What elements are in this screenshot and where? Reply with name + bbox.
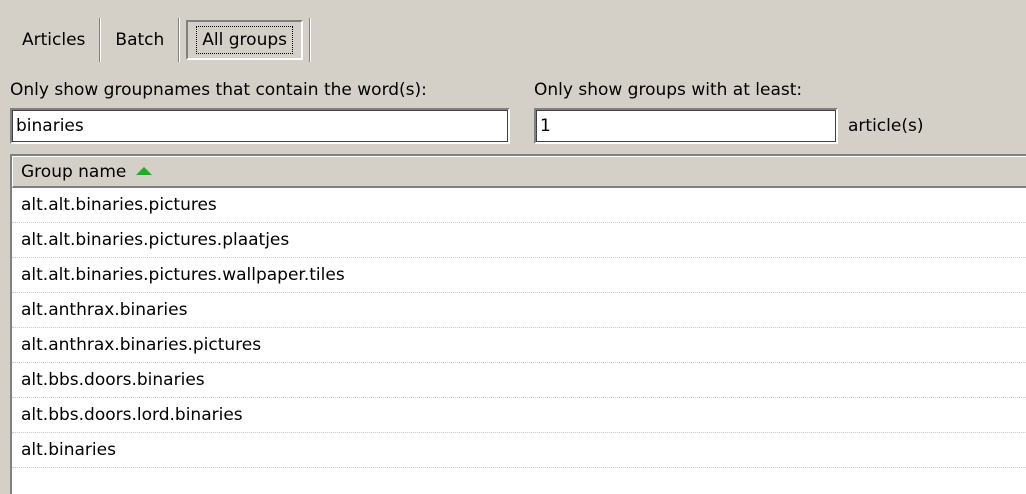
list-item[interactable]: alt.alt.binaries.pictures.plaatjes (12, 223, 1026, 258)
tab-all-groups[interactable]: All groups (186, 20, 303, 60)
group-name: alt.binaries (21, 440, 116, 460)
groupname-filter-input[interactable] (10, 108, 510, 144)
group-name: alt.alt.binaries.pictures.wallpaper.tile… (21, 265, 345, 285)
column-header-group-name[interactable]: Group name (12, 156, 1026, 188)
group-name: alt.anthrax.binaries.pictures (21, 335, 262, 355)
group-name: alt.anthrax.binaries (21, 300, 188, 320)
group-name: alt.alt.binaries.pictures (21, 195, 217, 215)
list-item[interactable]: alt.bbs.doors.binaries (12, 363, 1026, 398)
min-articles-input[interactable] (534, 108, 838, 144)
list-item[interactable]: alt.binaries (12, 433, 1026, 468)
group-name: alt.bbs.doors.lord.binaries (21, 405, 243, 425)
list-item[interactable]: alt.alt.binaries.pictures (12, 188, 1026, 223)
tab-articles-label: Articles (22, 30, 86, 50)
column-header-label: Group name (21, 161, 127, 182)
list-item[interactable]: alt.anthrax.binaries.pictures (12, 328, 1026, 363)
group-list[interactable]: Group name alt.alt.binaries.pictures alt.… (10, 154, 1026, 494)
min-articles-suffix: article(s) (848, 116, 924, 136)
sort-ascending-icon (136, 166, 153, 175)
tab-batch[interactable]: Batch (101, 19, 178, 61)
groupname-filter-label: Only show groupnames that contain the wo… (10, 80, 427, 100)
group-name: alt.alt.binaries.pictures.plaatjes (21, 230, 290, 250)
list-item[interactable]: alt.bbs.doors.lord.binaries (12, 398, 1026, 433)
list-item[interactable]: alt.alt.binaries.pictures.wallpaper.tile… (12, 258, 1026, 293)
tab-strip: Articles Batch All groups (8, 18, 311, 62)
tab-divider (178, 18, 181, 62)
tab-all-groups-label: All groups (196, 26, 293, 54)
group-list-rows: alt.alt.binaries.pictures alt.alt.binarie… (12, 188, 1026, 468)
list-item[interactable]: alt.anthrax.binaries (12, 293, 1026, 328)
tab-articles[interactable]: Articles (8, 19, 99, 61)
group-name: alt.bbs.doors.binaries (21, 370, 205, 390)
min-articles-label: Only show groups with at least: (534, 80, 803, 100)
tab-divider (309, 18, 311, 62)
tab-batch-label: Batch (115, 30, 165, 50)
